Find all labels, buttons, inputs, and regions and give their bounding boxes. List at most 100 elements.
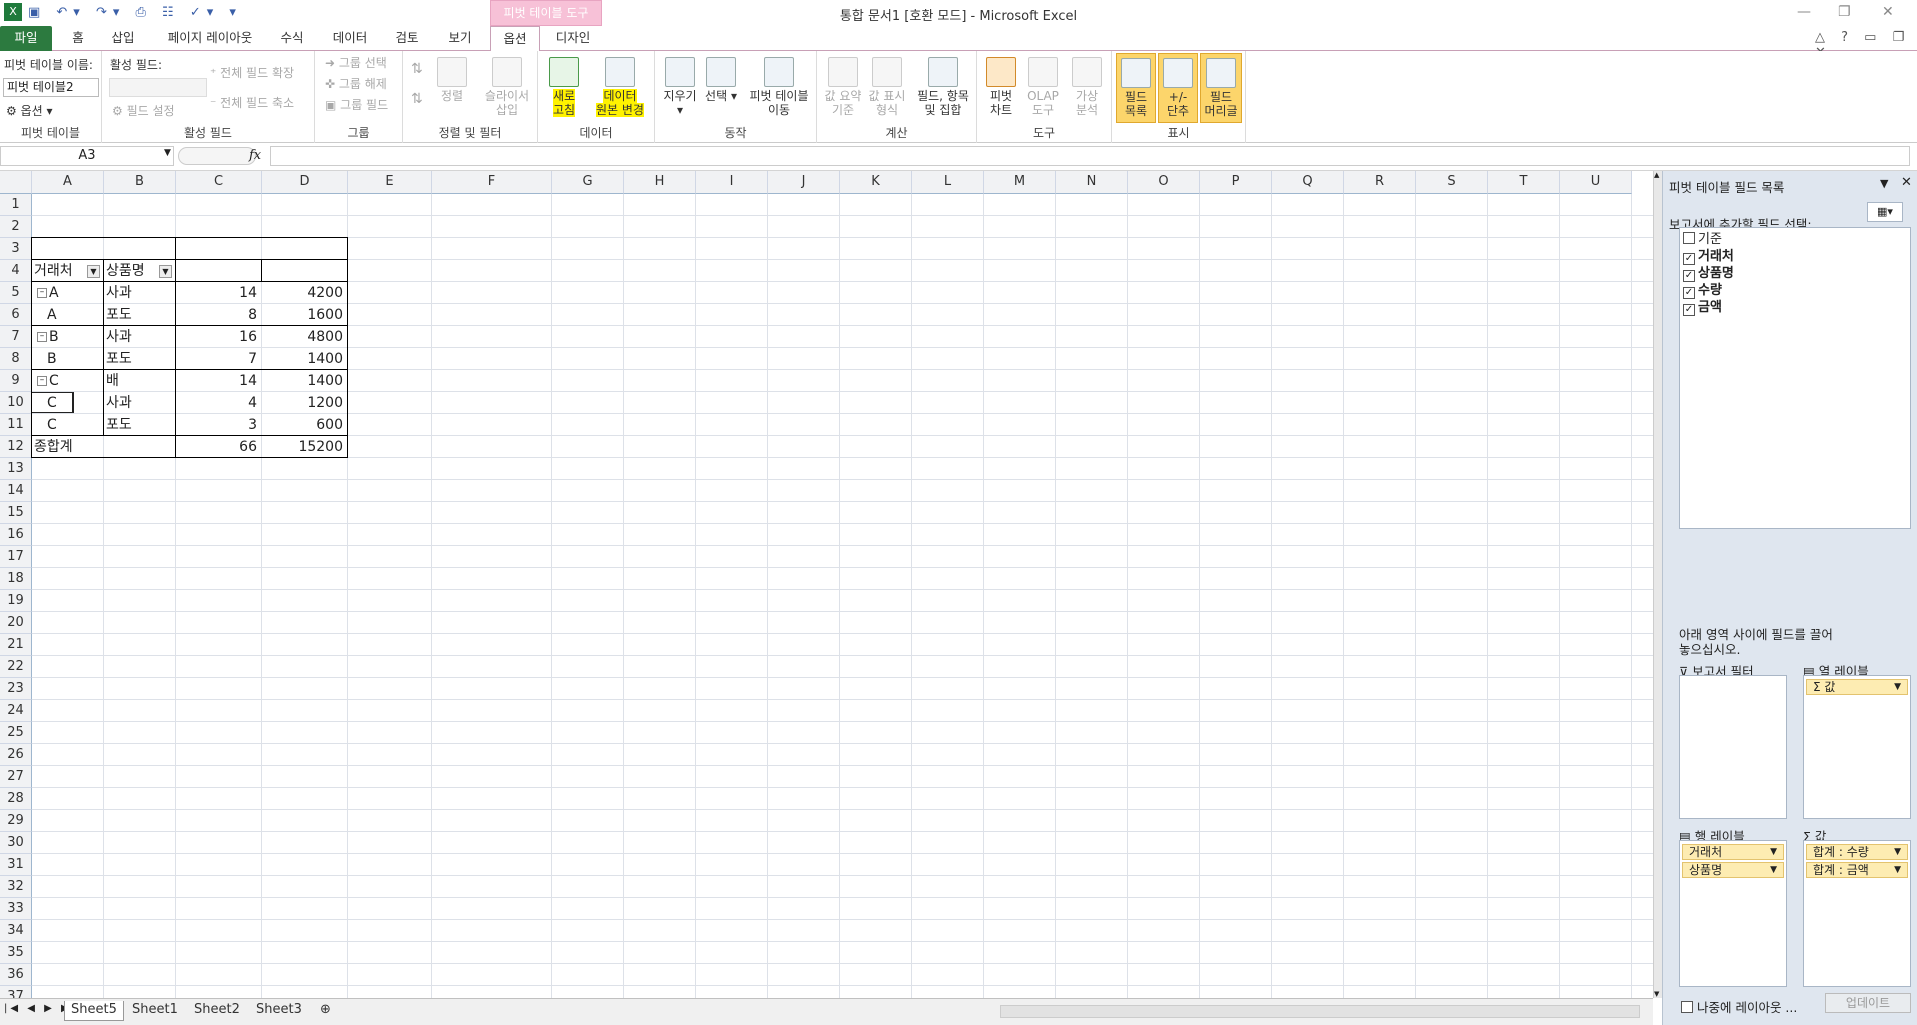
column-labels-area[interactable]: Σ 값 ▼ [1803, 675, 1911, 819]
field-checkbox[interactable]: ✓ 거래처 [1683, 249, 1734, 265]
amount-cell[interactable]: 1600 [264, 304, 346, 326]
client-cell[interactable]: A [34, 304, 102, 326]
amount-cell[interactable]: 600 [264, 414, 346, 436]
amount-cell[interactable]: 4800 [264, 326, 346, 348]
checkbox-icon[interactable]: ✓ [1683, 253, 1695, 265]
chevron-down-icon[interactable]: ▼ [1894, 680, 1901, 694]
olap-tools-button[interactable]: OLAP 도구 [1023, 57, 1063, 117]
column-header[interactable]: R [1344, 171, 1416, 194]
client-cell[interactable]: – A [34, 282, 102, 304]
qty-cell[interactable]: 14 [178, 282, 260, 304]
row-header[interactable]: 20 [0, 612, 32, 634]
row-header[interactable]: 26 [0, 744, 32, 766]
field-settings-button[interactable]: ⚙ 필드 설정 [112, 102, 175, 119]
row-header[interactable]: 28 [0, 788, 32, 810]
column-header[interactable]: M [984, 171, 1056, 194]
active-field-input[interactable] [109, 78, 207, 97]
column-header[interactable]: B [104, 171, 176, 194]
group-field-button[interactable]: ▣ 그룹 필드 [325, 96, 388, 113]
column-header[interactable]: U [1560, 171, 1632, 194]
product-cell[interactable]: 배 [106, 370, 174, 392]
column-header[interactable]: A [32, 171, 104, 194]
layout-options-icon[interactable]: ▦▾ [1867, 202, 1903, 222]
column-header[interactable]: D [262, 171, 348, 194]
tab-page-layout[interactable]: 페이지 레이아웃 [155, 26, 265, 51]
tab-home[interactable]: 홈 [58, 26, 98, 51]
row-header[interactable]: 4 [0, 260, 32, 282]
column-header[interactable]: F [432, 171, 552, 194]
chevron-down-icon[interactable]: ▼ [1894, 845, 1901, 859]
field-chip[interactable]: 상품명 ▼ [1682, 862, 1784, 878]
amount-cell[interactable]: 1400 [264, 370, 346, 392]
sort-button[interactable]: 정렬 [432, 57, 472, 103]
tab-view[interactable]: 보기 [440, 26, 480, 51]
options-dropdown[interactable]: ⚙ 옵션 ▾ [6, 102, 53, 119]
row-header[interactable]: 29 [0, 810, 32, 832]
field-list-button[interactable]: 필드 목록 [1116, 53, 1156, 123]
field-checkbox[interactable]: ✓ 수량 [1683, 283, 1722, 299]
row-header[interactable]: 37 [0, 986, 32, 998]
row-labels-area[interactable]: 거래처 ▼ 상품명 ▼ [1679, 840, 1787, 987]
column-header[interactable]: K [840, 171, 912, 194]
tab-options[interactable]: 옵션 [490, 26, 540, 52]
change-data-source-button[interactable]: 데이터 원본 변경 [588, 57, 652, 117]
sheet-tab[interactable]: Sheet1 [126, 1001, 184, 1021]
sheet-tab[interactable]: Sheet2 [188, 1001, 246, 1021]
qty-cell[interactable]: 14 [178, 370, 260, 392]
row-header[interactable]: 12 [0, 436, 32, 458]
sheet-tab[interactable]: Sheet3 [250, 1001, 308, 1021]
client-cell[interactable]: – C [34, 370, 102, 392]
restore-icon[interactable]: ❐ [1838, 4, 1851, 20]
amount-cell[interactable]: 1200 [264, 392, 346, 414]
product-cell[interactable]: 포도 [106, 304, 174, 326]
total-amount[interactable]: 15200 [264, 436, 346, 458]
chevron-down-icon[interactable]: ▼ [164, 148, 171, 158]
row-header[interactable]: 35 [0, 942, 32, 964]
show-values-as-button[interactable]: 값 표시 형식 [865, 57, 909, 117]
product-cell[interactable]: 사과 [106, 326, 174, 348]
column-header[interactable]: O [1128, 171, 1200, 194]
group-selection-button[interactable]: ➜ 그룹 선택 [325, 54, 387, 71]
row-header[interactable]: 16 [0, 524, 32, 546]
checkbox-icon[interactable]: ✓ [1683, 287, 1695, 299]
amount-cell[interactable]: 4200 [264, 282, 346, 304]
select-all-corner[interactable] [0, 171, 32, 194]
field-chip[interactable]: 거래처 ▼ [1682, 844, 1784, 860]
row-header[interactable]: 27 [0, 766, 32, 788]
defer-update-checkbox[interactable]: 나중에 레이아웃 ... [1681, 997, 1797, 1016]
field-checkbox[interactable]: ✓ 금액 [1683, 300, 1722, 316]
values-area[interactable]: 합계 : 수량 ▼ 합계 : 금액 ▼ [1803, 840, 1911, 987]
row-header[interactable]: 11 [0, 414, 32, 436]
row-header[interactable]: 8 [0, 348, 32, 370]
collapse-field-button[interactable]: ⁻ 전체 필드 축소 [210, 94, 294, 111]
row-header[interactable]: 33 [0, 898, 32, 920]
checkbox-icon[interactable]: ✓ [1683, 304, 1695, 316]
field-chip[interactable]: 합계 : 금액 ▼ [1806, 862, 1908, 878]
column-header[interactable]: L [912, 171, 984, 194]
insert-sheet-icon[interactable]: ⊕ [314, 1001, 337, 1021]
checkbox-icon[interactable]: ✓ [1683, 270, 1695, 282]
row-header[interactable]: 30 [0, 832, 32, 854]
column-header[interactable]: P [1200, 171, 1272, 194]
row-header[interactable]: 34 [0, 920, 32, 942]
header-qty[interactable] [178, 260, 260, 282]
column-header[interactable]: G [552, 171, 624, 194]
header-amount[interactable] [264, 260, 346, 282]
data-header[interactable] [178, 238, 260, 260]
row-header[interactable]: 21 [0, 634, 32, 656]
formula-input[interactable] [270, 146, 1910, 166]
refresh-button[interactable]: 새로 고침 [544, 57, 584, 117]
row-header[interactable]: 17 [0, 546, 32, 568]
amount-cell[interactable]: 1400 [264, 348, 346, 370]
move-pivot-button[interactable]: 피벗 테이블 이동 [743, 57, 815, 117]
name-box[interactable]: A3 [0, 146, 174, 166]
row-header[interactable]: 22 [0, 656, 32, 678]
column-header[interactable]: T [1488, 171, 1560, 194]
header-client[interactable]: 거래처 ▼ [34, 260, 102, 282]
row-header[interactable]: 5 [0, 282, 32, 304]
sort-asc-icon[interactable]: ⇅ [411, 61, 423, 77]
total-qty[interactable]: 66 [178, 436, 260, 458]
column-header[interactable]: Q [1272, 171, 1344, 194]
minimize-icon[interactable]: — [1797, 4, 1811, 20]
total-label[interactable]: 종합계 [34, 436, 102, 458]
